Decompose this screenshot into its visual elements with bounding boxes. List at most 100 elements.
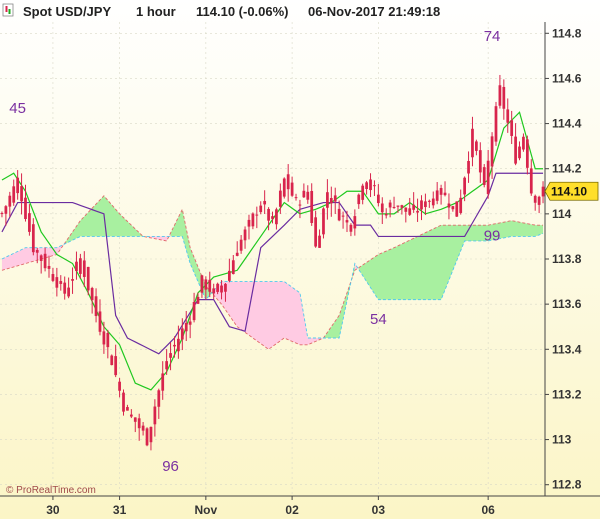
candle-body — [169, 353, 172, 358]
candle-body — [227, 270, 231, 281]
candle-body — [82, 260, 86, 277]
candle-body — [255, 214, 259, 216]
candle-body — [365, 182, 368, 190]
candle-body — [424, 201, 427, 208]
candle-body — [200, 275, 204, 293]
candle-body — [294, 197, 298, 199]
y-tick-label-1: 113 — [552, 433, 572, 447]
candle-body — [412, 204, 416, 210]
candle-body — [165, 361, 169, 370]
candle-body — [39, 255, 43, 262]
candle-body — [314, 217, 318, 247]
candle-body — [498, 85, 502, 106]
y-tick-label-5: 113.8 — [552, 252, 582, 266]
candle-body — [322, 208, 325, 235]
candle-body — [28, 213, 31, 232]
chart-canvas: Spot USD/JPY 1 hour 114.10 (-0.06%) 06-N… — [0, 0, 600, 519]
candle-body — [447, 203, 451, 208]
candle-body — [110, 355, 114, 366]
candle-body — [263, 200, 267, 205]
candle-body — [282, 178, 286, 197]
candle-body — [67, 287, 70, 297]
candle-body — [533, 195, 537, 203]
annotation-label-4: 99 — [484, 227, 501, 244]
candle-body — [204, 279, 208, 290]
candle-body — [357, 194, 361, 205]
candle-body — [114, 356, 118, 376]
candle-body — [235, 252, 239, 256]
annotation-label-3: 74 — [484, 28, 501, 45]
candle-body — [220, 285, 223, 293]
candle-body — [435, 190, 439, 201]
candle-body — [427, 200, 431, 202]
last-price-label: 114.10 — [551, 184, 587, 198]
candle-body — [251, 213, 255, 227]
candle-body — [353, 216, 357, 229]
x-tick-label-3: 02 — [285, 503, 299, 517]
header-datetime: 06-Nov-2017 21:49:18 — [308, 4, 440, 19]
candle-body — [118, 381, 121, 391]
candle-body — [8, 195, 12, 207]
candle-body — [224, 283, 227, 292]
y-tick-label-8: 114.4 — [552, 117, 582, 131]
candle-body — [98, 311, 102, 332]
candle-body — [380, 203, 384, 213]
candle-body — [59, 281, 63, 284]
candle-body — [24, 197, 27, 219]
candle-body — [420, 200, 423, 210]
candle-body — [451, 206, 455, 210]
candle-body — [345, 220, 349, 223]
candle-body — [475, 141, 478, 151]
candle-body — [122, 392, 125, 412]
chart-container: Spot USD/JPY 1 hour 114.10 (-0.06%) 06-N… — [0, 0, 600, 519]
candle-body — [247, 219, 251, 227]
candle-body — [79, 258, 82, 274]
annotation-label-2: 54 — [370, 311, 387, 328]
candle-body — [329, 198, 333, 204]
x-tick-label-1: 31 — [113, 503, 127, 517]
candle-body — [349, 224, 353, 232]
candle-body — [471, 128, 474, 158]
candle-body — [90, 288, 94, 301]
candle-body — [196, 296, 200, 304]
y-tick-label-0: 112.8 — [552, 478, 582, 492]
candle-body — [384, 213, 388, 216]
candle-body — [133, 417, 137, 422]
candle-body — [431, 198, 435, 206]
candle-body — [188, 321, 192, 325]
candle-body — [212, 288, 216, 294]
candle-body — [537, 196, 541, 205]
candle-body — [153, 406, 157, 425]
candle-body — [4, 206, 8, 214]
candle-body — [494, 106, 498, 142]
candle-body — [400, 205, 404, 208]
candle-body — [404, 207, 408, 212]
candle-body — [506, 109, 510, 123]
candle-body — [106, 332, 110, 348]
candle-body — [361, 185, 365, 200]
candle-body — [337, 208, 341, 221]
y-tick-label-10: 114.8 — [552, 26, 582, 40]
candle-body — [94, 296, 98, 317]
candle-body — [126, 407, 129, 411]
header-price-change: 114.10 (-0.06%) — [196, 4, 289, 19]
y-tick-label-6: 114 — [552, 207, 572, 221]
candle-body — [522, 136, 525, 150]
candle-body — [47, 265, 51, 269]
candle-body — [278, 190, 282, 207]
candle-body — [71, 279, 74, 281]
candle-body — [467, 160, 470, 174]
candle-body — [525, 139, 529, 168]
candle-body — [455, 201, 459, 217]
candle-body — [141, 425, 145, 431]
candle-body — [310, 190, 314, 223]
watermark: © ProRealTime.com — [6, 485, 96, 496]
candle-body — [157, 390, 161, 407]
candle-body — [259, 205, 263, 213]
candle-body — [392, 206, 396, 208]
candle-body — [51, 274, 55, 281]
y-tick-label-2: 113.2 — [552, 387, 582, 401]
x-tick-label-5: 06 — [481, 503, 495, 517]
candle-body — [149, 426, 153, 443]
candle-body — [267, 208, 270, 221]
